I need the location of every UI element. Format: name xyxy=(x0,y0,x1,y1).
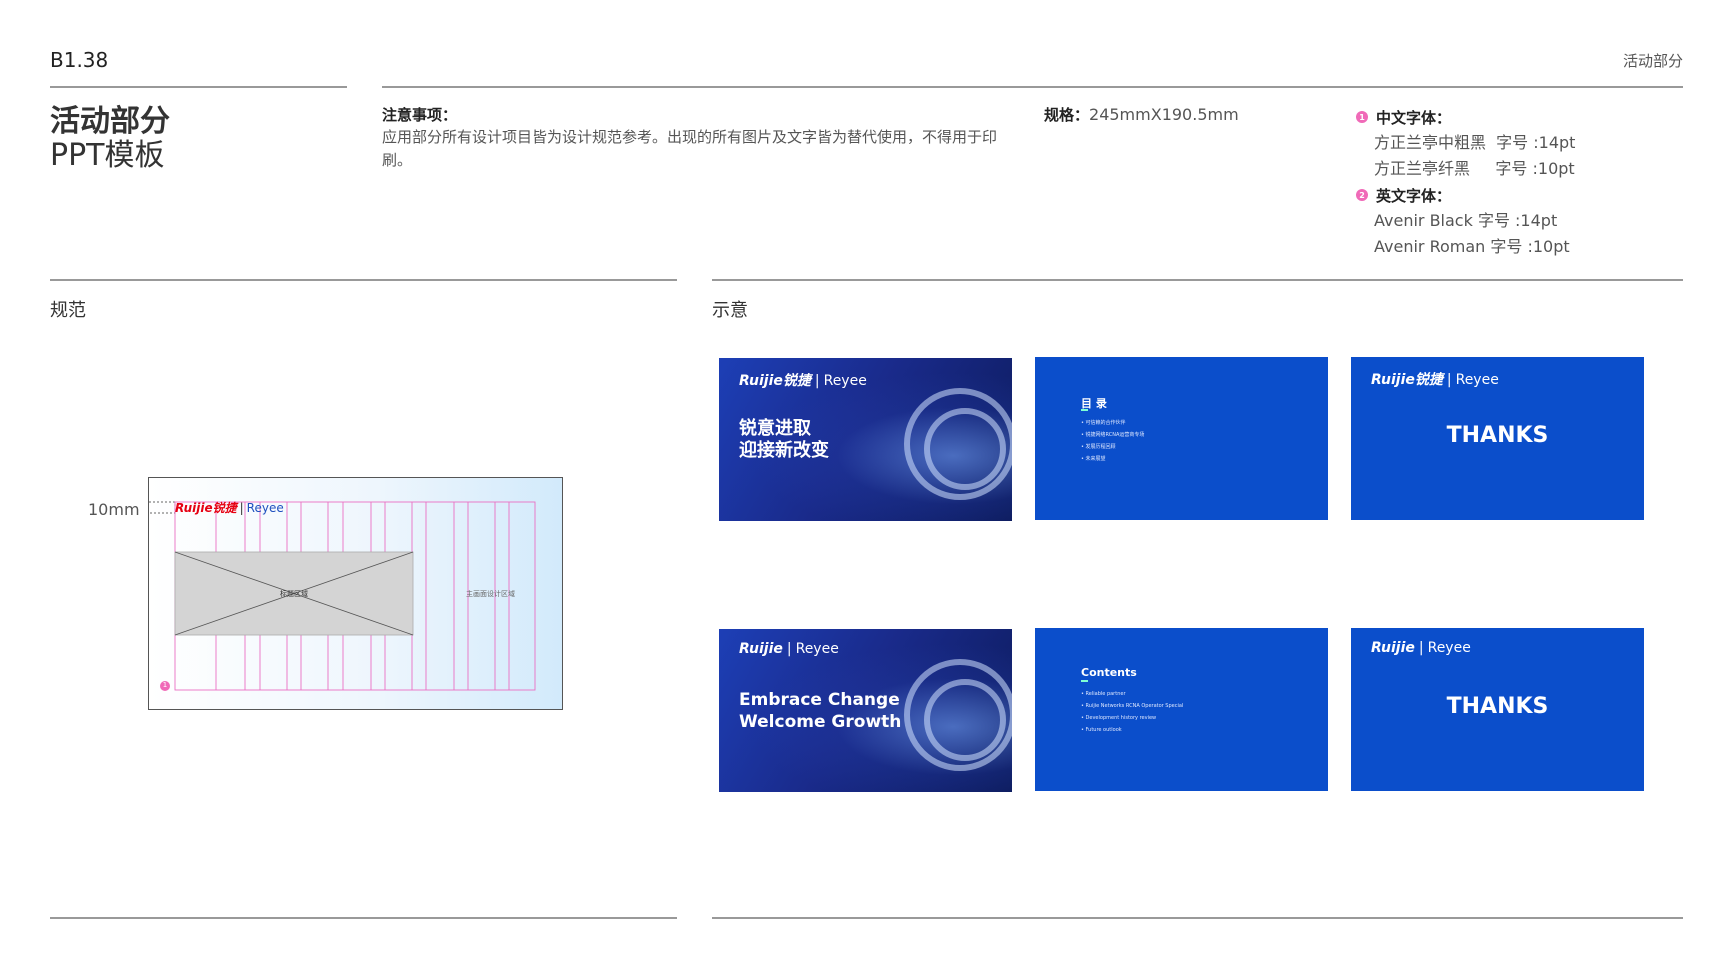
slide-cover-en: Ruijie | Reyee Embrace Change Welcome Grow… xyxy=(719,629,1012,792)
thanks-text: THANKS xyxy=(1446,694,1549,719)
toc-underline xyxy=(1081,680,1088,682)
slide-logo: Ruijie | Reyee xyxy=(1371,640,1471,656)
slide-logo: Ruijie锐捷 | Reyee xyxy=(1371,369,1499,389)
slide-toc-en: Contents • Reliable partner • Ruijie Net… xyxy=(1035,628,1328,791)
toc-item-label: Ruijie Networks RCNA Operator Special xyxy=(1085,703,1184,709)
logo-sub: Reyee xyxy=(1455,372,1499,388)
toc-item: • Future outlook xyxy=(1081,727,1122,733)
marker-number: 1 xyxy=(162,681,168,689)
cover-title: Embrace Change Welcome Growth xyxy=(739,689,901,733)
logo-main: Ruijie xyxy=(739,641,783,657)
thanks-text: THANKS xyxy=(1446,423,1549,448)
decor-shape xyxy=(924,408,1006,490)
toc-item: • 可信赖的合作伙伴 xyxy=(1081,420,1126,426)
logo-separator: | xyxy=(1418,640,1424,656)
section-tag: 活动部分 xyxy=(1622,52,1683,70)
divider xyxy=(712,917,1683,919)
toc-item: • 锐捷网络RCNA运营商专场 xyxy=(1081,432,1145,438)
example-section-label: 示意 xyxy=(712,300,748,321)
cover-title-line: Welcome Growth xyxy=(739,712,902,732)
font-line: Avenir Roman 字号 :10pt xyxy=(1374,237,1570,256)
cover-title-line: Embrace Change xyxy=(739,690,900,710)
diagram-logo: Ruijie锐捷 | Reyee xyxy=(175,499,284,516)
spec: 规格：245mmX190.5mm xyxy=(1044,104,1239,125)
spec-section-label: 规范 xyxy=(50,300,86,321)
logo-sub: Reyee xyxy=(246,501,284,515)
logo-separator: | xyxy=(786,641,792,657)
chinese-font-title: 中文字体： xyxy=(1376,108,1452,127)
font-line: 方正兰亭中粗黑 字号 :14pt xyxy=(1374,133,1576,152)
toc-item: • 发展历程回顾 xyxy=(1081,444,1116,450)
spec-label: 规格： xyxy=(1044,106,1090,124)
english-font-title: 英文字体： xyxy=(1376,186,1452,205)
logo-separator: | xyxy=(814,373,820,389)
toc-item-label: 未来展望 xyxy=(1085,456,1106,462)
notes-body: 应用部分所有设计项目皆为设计规范参考。出现的所有图片及文字皆为替代使用，不得用于… xyxy=(382,128,998,169)
toc-item: • Development history review xyxy=(1081,715,1157,721)
logo-separator: | xyxy=(1446,372,1452,388)
logo-sub: Reyee xyxy=(1427,640,1471,656)
slide-thanks-cn: Ruijie锐捷 | Reyee THANKS xyxy=(1351,357,1644,520)
toc-item-label: Reliable partner xyxy=(1085,691,1126,697)
divider xyxy=(50,279,677,281)
logo-main: Ruijie xyxy=(1371,640,1415,656)
divider xyxy=(50,86,347,88)
toc-title: Contents xyxy=(1081,666,1137,679)
divider xyxy=(712,279,1683,281)
slide-thanks-en: Ruijie | Reyee THANKS xyxy=(1351,628,1644,791)
notes-title: 注意事项： xyxy=(382,106,458,124)
number-marker: 2 xyxy=(1356,189,1368,201)
english-font-heading: 2 英文字体： xyxy=(1356,182,1575,208)
number-marker: 1 xyxy=(1356,111,1368,123)
page-code: B1.38 xyxy=(50,48,109,72)
toc-item-label: 发展历程回顾 xyxy=(1085,444,1116,450)
logo-sub: Reyee xyxy=(795,641,839,657)
font-spec: 1 中文字体： 方正兰亭中粗黑 字号 :14pt 方正兰亭纤黑 字号 :10pt… xyxy=(1356,104,1575,260)
title-area-label: 标题区域 xyxy=(280,590,308,598)
logo-separator: | xyxy=(239,501,244,515)
layout-diagram: Ruijie锐捷 | Reyee 标题区域 主画面设计区域 1 xyxy=(148,477,563,710)
logo-main: Ruijie锐捷 xyxy=(175,501,237,515)
spec-value: 245mmX190.5mm xyxy=(1089,105,1239,124)
toc-item: • Reliable partner xyxy=(1081,691,1126,697)
toc-item-label: Development history review xyxy=(1085,715,1157,721)
cover-title-line: 锐意进取 xyxy=(739,418,811,439)
logo-sub: Reyee xyxy=(823,373,867,389)
main-image-area-label: 主画面设计区域 xyxy=(466,590,515,598)
divider xyxy=(50,917,677,919)
toc-item: • 未来展望 xyxy=(1081,456,1106,462)
slide-cover-cn: Ruijie锐捷 | Reyee 锐意进取 迎接新改变 xyxy=(719,358,1012,521)
logo-main: Ruijie锐捷 xyxy=(1371,372,1443,388)
slide-logo: Ruijie锐捷 | Reyee xyxy=(739,370,867,390)
cover-title-line: 迎接新改变 xyxy=(739,440,829,461)
logo-main: Ruijie锐捷 xyxy=(739,373,811,389)
page-subtitle: PPT模板 xyxy=(50,138,165,173)
slide-toc-cn: 目 录 • 可信赖的合作伙伴 • 锐捷网络RCNA运营商专场 • 发展历程回顾 … xyxy=(1035,357,1328,520)
slide-logo: Ruijie | Reyee xyxy=(739,641,839,657)
toc-item-label: 可信赖的合作伙伴 xyxy=(1085,420,1126,426)
toc-item-label: 锐捷网络RCNA运营商专场 xyxy=(1085,432,1145,438)
toc-item-label: Future outlook xyxy=(1085,727,1122,733)
decor-shape xyxy=(924,679,1006,761)
font-line: 方正兰亭纤黑 字号 :10pt xyxy=(1374,159,1575,178)
toc-list: • 可信赖的合作伙伴 • 锐捷网络RCNA运营商专场 • 发展历程回顾 • 未来… xyxy=(1081,417,1144,465)
toc-item: • Ruijie Networks RCNA Operator Special xyxy=(1081,703,1184,709)
chinese-font-heading: 1 中文字体： xyxy=(1356,104,1575,130)
cover-title: 锐意进取 迎接新改变 xyxy=(739,418,829,462)
margin-label: 10mm xyxy=(88,500,140,519)
page-title: 活动部分 xyxy=(50,104,170,139)
font-line: Avenir Black 字号 :14pt xyxy=(1374,211,1558,230)
toc-list: • Reliable partner • Ruijie Networks RCN… xyxy=(1081,688,1183,736)
toc-underline xyxy=(1081,409,1088,411)
divider xyxy=(382,86,1683,88)
